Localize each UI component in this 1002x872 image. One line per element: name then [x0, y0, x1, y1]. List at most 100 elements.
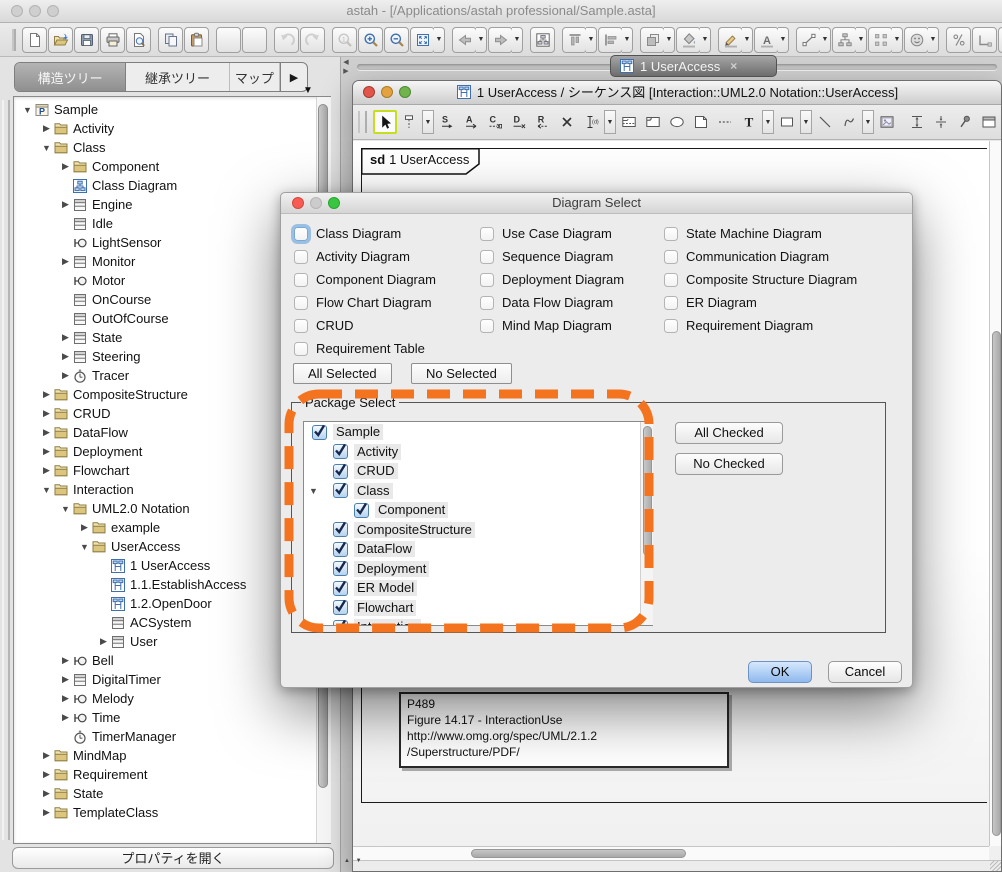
expander-icon[interactable]: ▶: [40, 465, 53, 476]
text-dropdown[interactable]: ▼: [762, 110, 774, 134]
tree-item-time[interactable]: ▶Time: [15, 708, 315, 727]
tree-item-compositestructure[interactable]: ▶CompositeStructure: [15, 385, 315, 404]
package-item-er-model[interactable]: ER Model: [304, 579, 652, 598]
align-top-dropdown[interactable]: ▼: [586, 27, 597, 53]
expander-icon[interactable]: ▼: [40, 143, 53, 153]
zoom-fit-button[interactable]: [410, 27, 435, 53]
align-left-dropdown[interactable]: ▼: [622, 27, 633, 53]
curve-dropdown[interactable]: ▼: [862, 110, 874, 134]
depth-arrange-dropdown[interactable]: ▼: [664, 27, 675, 53]
expander-icon[interactable]: ▶: [40, 389, 53, 400]
new-file-button[interactable]: [22, 27, 47, 53]
canvas-horizontal-scrollbar[interactable]: [353, 846, 989, 860]
vertical-scrollbar-thumb[interactable]: [992, 331, 1001, 836]
create-message-tool-button[interactable]: C: [483, 110, 507, 134]
sidebar-tab-1[interactable]: 構造ツリー: [15, 63, 126, 91]
tree-item-state[interactable]: ▶State: [15, 328, 315, 347]
tree-item-outofcourse[interactable]: OutOfCourse: [15, 309, 315, 328]
splitter-collapse-icons[interactable]: ◀▶: [341, 58, 351, 76]
copy-button[interactable]: [158, 27, 183, 53]
expander-icon[interactable]: ▶: [59, 674, 72, 685]
tree-item-steering[interactable]: ▶Steering: [15, 347, 315, 366]
expander-icon[interactable]: ▼: [309, 622, 318, 626]
close-window-icon[interactable]: [11, 5, 23, 17]
tree-item-1-useraccess[interactable]: 1 UserAccess: [15, 556, 315, 575]
rect-tool-button[interactable]: [775, 110, 799, 134]
paste-button[interactable]: [184, 27, 209, 53]
note-shape[interactable]: P489Figure 14.17 - InteractionUsehttp://…: [399, 692, 729, 768]
align-left-button[interactable]: [598, 27, 623, 53]
package-checkbox-checked[interactable]: [333, 620, 348, 627]
all-selected-button[interactable]: All Selected: [293, 363, 392, 384]
stop-tool-button[interactable]: [555, 110, 579, 134]
expander-icon[interactable]: ▶: [40, 807, 53, 818]
tree-item-acsystem[interactable]: ACSystem: [15, 613, 315, 632]
line-color-button[interactable]: [718, 27, 743, 53]
package-checkbox-checked[interactable]: [333, 483, 348, 498]
nav-forward-dropdown[interactable]: ▼: [512, 27, 523, 53]
zoom-out-button[interactable]: [384, 27, 409, 53]
duration-dropdown[interactable]: ▼: [604, 110, 616, 134]
checkbox-crud[interactable]: [294, 319, 308, 333]
expander-icon[interactable]: ▶: [59, 712, 72, 723]
tree-item-component[interactable]: ▶Component: [15, 157, 315, 176]
canvas-vertical-scrollbar[interactable]: [989, 141, 1002, 846]
no-checked-button[interactable]: No Checked: [675, 453, 783, 475]
checkbox-component-diagram[interactable]: [294, 273, 308, 287]
tree-item-monitor[interactable]: ▶Monitor: [15, 252, 315, 271]
package-tree-scrollbar[interactable]: [640, 422, 653, 625]
tree-item-deployment[interactable]: ▶Deployment: [15, 442, 315, 461]
anchor-tool-button[interactable]: [713, 110, 737, 134]
expander-icon[interactable]: ▶: [59, 256, 72, 267]
checkbox-mind-map-diagram[interactable]: [480, 319, 494, 333]
grid-layout-button[interactable]: [868, 27, 893, 53]
package-checkbox-checked[interactable]: [333, 542, 348, 557]
nav-back-button[interactable]: [452, 27, 477, 53]
package-checkbox-checked[interactable]: [333, 444, 348, 459]
tree-item-melody[interactable]: ▶Melody: [15, 689, 315, 708]
package-item-class[interactable]: ▼Class: [304, 481, 652, 500]
print-preview-button[interactable]: [126, 27, 151, 53]
tree-item-class-diagram[interactable]: Class Diagram: [15, 176, 315, 195]
minimize-window-icon[interactable]: [29, 5, 41, 17]
sync-message-tool-button[interactable]: S: [435, 110, 459, 134]
destroy-message-tool-button[interactable]: D: [507, 110, 531, 134]
tree-item-digitaltimer[interactable]: ▶DigitalTimer: [15, 670, 315, 689]
center-height-tool-button[interactable]: [929, 110, 953, 134]
tree-item-useraccess[interactable]: ▼UserAccess: [15, 537, 315, 556]
tree-item-state[interactable]: ▶State: [15, 784, 315, 803]
package-item-dataflow[interactable]: DataFlow: [304, 540, 652, 559]
connector-style-dropdown[interactable]: ▼: [820, 27, 831, 53]
tree-item-dataflow[interactable]: ▶DataFlow: [15, 423, 315, 442]
expander-icon[interactable]: ▼: [21, 105, 34, 115]
tree-item-class[interactable]: ▼Class: [15, 138, 315, 157]
open-property-button[interactable]: プロパティを開く: [12, 847, 334, 869]
lifeline-dropdown[interactable]: ▼: [422, 110, 434, 134]
package-item-compositestructure[interactable]: CompositeStructure: [304, 520, 652, 539]
checkbox-composite-structure-diagram[interactable]: [664, 273, 678, 287]
depth-arrange-button[interactable]: [640, 27, 665, 53]
nav-back-dropdown[interactable]: ▼: [476, 27, 487, 53]
tree-item-activity[interactable]: ▶Activity: [15, 119, 315, 138]
expander-icon[interactable]: ▼: [59, 504, 72, 514]
reply-message-tool-button[interactable]: R: [531, 110, 555, 134]
package-checkbox-checked[interactable]: [333, 464, 348, 479]
checkbox-flow-chart-diagram[interactable]: [294, 296, 308, 310]
expander-icon[interactable]: ▶: [40, 769, 53, 780]
expander-icon[interactable]: ▶: [40, 408, 53, 419]
tree-item-lightsensor[interactable]: LightSensor: [15, 233, 315, 252]
tree-item-flowchart[interactable]: ▶Flowchart: [15, 461, 315, 480]
toolbar-grip[interactable]: [358, 111, 367, 133]
open-file-button[interactable]: [48, 27, 73, 53]
expander-icon[interactable]: ▶: [40, 427, 53, 438]
diagram-overview-button[interactable]: [530, 27, 555, 53]
align-top-button[interactable]: [562, 27, 587, 53]
checkbox-data-flow-diagram[interactable]: [480, 296, 494, 310]
tree-layout-dropdown[interactable]: ▼: [856, 27, 867, 53]
tree-item-example[interactable]: ▶example: [15, 518, 315, 537]
expander-icon[interactable]: ▶: [59, 351, 72, 362]
auto-layout-button[interactable]: [904, 27, 929, 53]
close-dialog-icon[interactable]: [292, 197, 304, 209]
font-color-dropdown[interactable]: ▼: [778, 27, 789, 53]
tree-item-uml2-0-notation[interactable]: ▼UML2.0 Notation: [15, 499, 315, 518]
